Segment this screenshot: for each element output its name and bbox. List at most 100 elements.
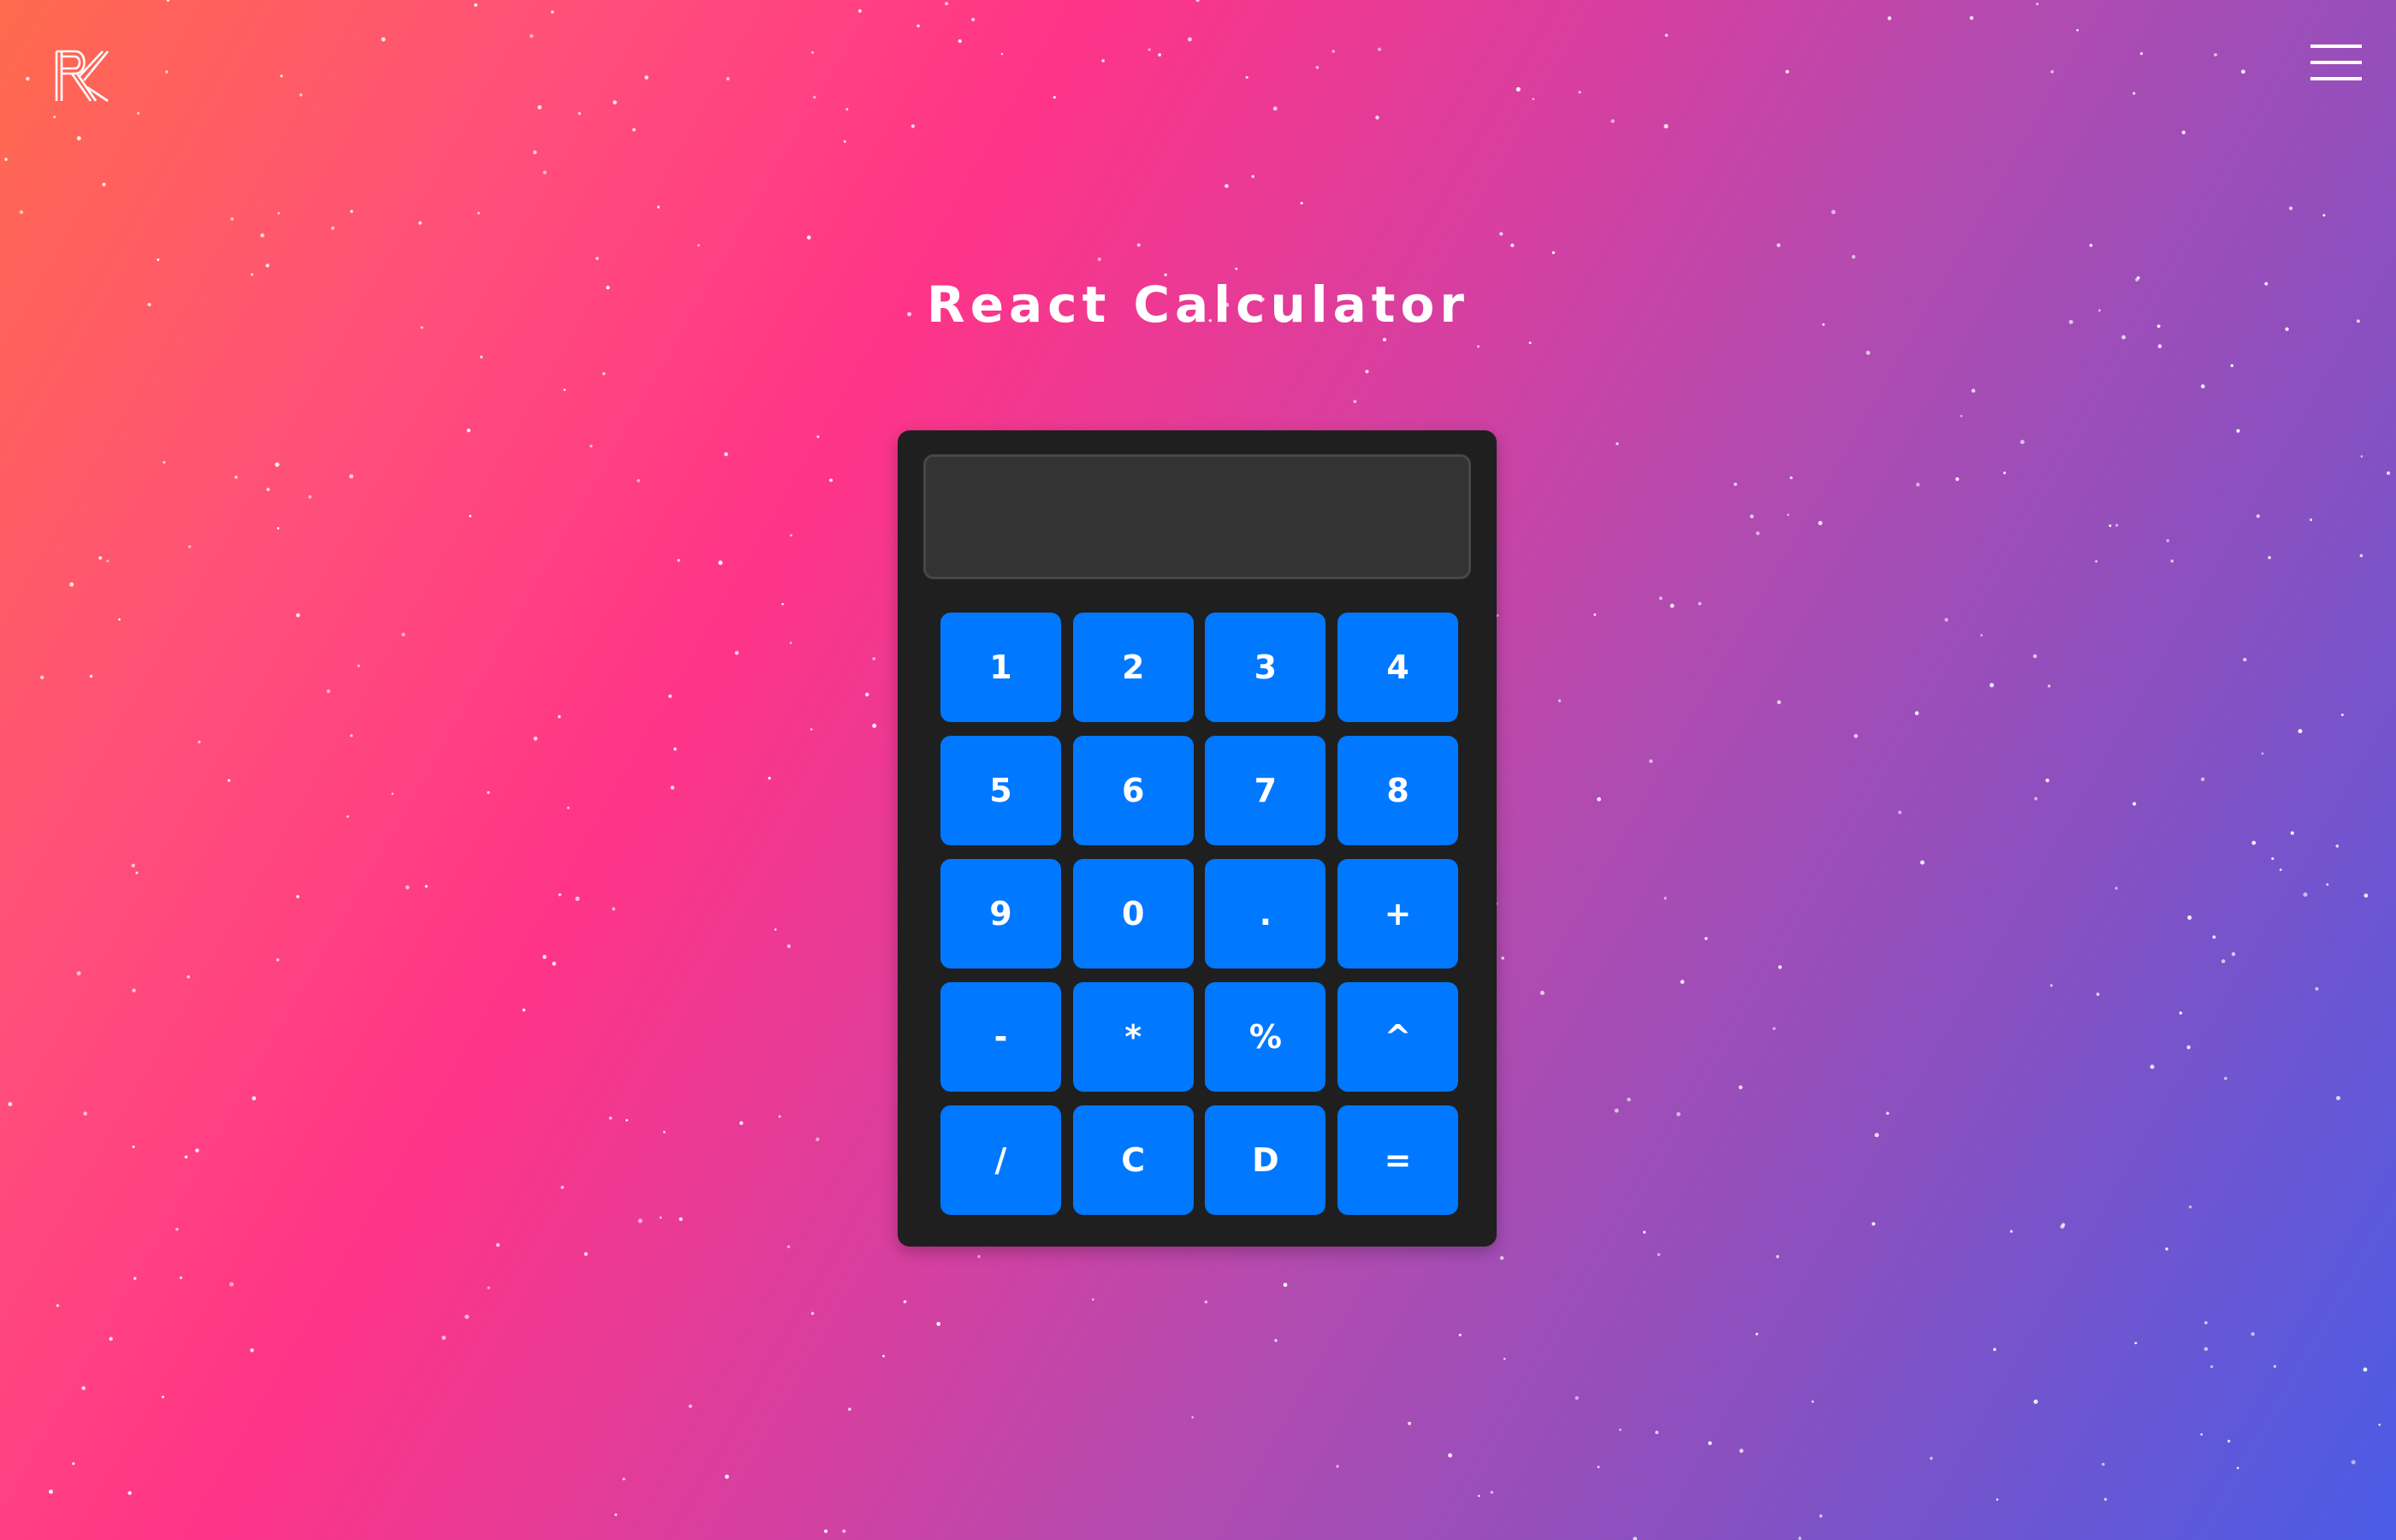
star-dot — [1734, 483, 1737, 486]
key-4[interactable]: 4 — [1337, 613, 1459, 722]
star-dot — [575, 896, 580, 902]
star-dot — [677, 559, 680, 562]
star-dot — [522, 1008, 525, 1012]
star-dot — [2200, 384, 2205, 388]
star-dot — [558, 893, 561, 897]
star-dot — [2061, 1223, 2066, 1227]
star-dot — [2108, 524, 2112, 527]
star-dot — [131, 863, 135, 868]
star-dot — [1532, 98, 1535, 101]
star-dot — [161, 1395, 164, 1399]
star-dot — [1886, 1111, 1889, 1115]
star-dot — [2290, 831, 2294, 835]
star-dot — [673, 747, 677, 751]
star-dot — [903, 1300, 907, 1304]
star-dot — [1490, 1490, 1494, 1495]
key-decimal[interactable]: . — [1205, 859, 1326, 968]
key-percent[interactable]: % — [1205, 982, 1326, 1092]
star-dot — [330, 226, 335, 230]
star-dot — [2230, 364, 2234, 368]
star-dot — [1853, 733, 1859, 738]
key-5[interactable]: 5 — [940, 736, 1061, 845]
star-dot — [2139, 51, 2144, 56]
star-dot — [1865, 350, 1871, 355]
star-dot — [1274, 1339, 1278, 1342]
star-dot — [1971, 388, 1976, 393]
star-dot — [842, 1529, 846, 1533]
star-dot — [1148, 48, 1151, 51]
star-dot — [1251, 175, 1254, 179]
star-dot — [1408, 1421, 1412, 1425]
star-dot — [487, 1286, 490, 1289]
key-3[interactable]: 3 — [1205, 613, 1326, 722]
star-dot — [495, 1242, 501, 1247]
star-dot — [2047, 684, 2051, 688]
logo-icon[interactable] — [53, 48, 110, 104]
star-dot — [2204, 1321, 2208, 1324]
star-dot — [688, 1404, 692, 1408]
star-dot — [473, 3, 477, 7]
star-dot — [537, 104, 543, 110]
key-7[interactable]: 7 — [1205, 736, 1326, 845]
star-dot — [381, 37, 386, 42]
star-dot — [865, 692, 869, 697]
key-add[interactable]: + — [1337, 859, 1459, 968]
star-dot — [857, 9, 862, 13]
menu-button[interactable] — [2307, 41, 2365, 84]
calculator-display[interactable] — [923, 454, 1471, 579]
star-dot — [2243, 657, 2247, 662]
key-2[interactable]: 2 — [1072, 613, 1194, 722]
star-dot — [1272, 106, 1278, 111]
star-dot — [2363, 893, 2369, 898]
star-dot — [69, 582, 74, 587]
star-dot — [2121, 335, 2126, 340]
star-dot — [2289, 206, 2293, 210]
star-dot — [2363, 1367, 2368, 1372]
star-dot — [2212, 935, 2216, 939]
key-8[interactable]: 8 — [1337, 736, 1459, 845]
star-dot — [1382, 337, 1387, 342]
star-dot — [1811, 1400, 1814, 1403]
key-subtract[interactable]: - — [940, 982, 1061, 1092]
star-dot — [53, 116, 56, 119]
star-dot — [184, 1155, 188, 1159]
key-equals[interactable]: = — [1337, 1105, 1459, 1215]
star-dot — [815, 1137, 820, 1141]
star-dot — [1136, 243, 1141, 247]
star-dot — [662, 1130, 666, 1134]
star-dot — [1458, 1333, 1462, 1336]
star-dot — [40, 675, 44, 679]
star-dot — [1528, 341, 1532, 345]
key-delete[interactable]: D — [1205, 1105, 1326, 1215]
star-dot — [277, 211, 281, 215]
key-9[interactable]: 9 — [940, 859, 1061, 968]
star-dot — [2033, 1399, 2038, 1404]
star-dot — [128, 1490, 132, 1496]
key-0[interactable]: 0 — [1072, 859, 1194, 968]
star-dot — [2095, 560, 2098, 563]
star-dot — [1916, 483, 1920, 487]
star-dot — [1996, 1498, 1999, 1502]
star-dot — [529, 33, 534, 38]
star-dot — [813, 95, 816, 99]
key-6[interactable]: 6 — [1072, 736, 1194, 845]
star-dot — [2019, 440, 2025, 445]
star-dot — [667, 694, 673, 698]
star-dot — [2102, 1462, 2105, 1466]
star-dot — [1657, 1253, 1661, 1257]
star-dot — [1187, 37, 1192, 42]
star-dot — [1980, 634, 1983, 637]
star-dot — [1195, 0, 1200, 3]
star-dot — [781, 602, 785, 606]
star-dot — [230, 216, 234, 221]
star-dot — [1993, 1348, 1996, 1352]
star-dot — [308, 495, 312, 499]
key-multiply[interactable]: * — [1072, 982, 1194, 1092]
key-power[interactable]: ^ — [1337, 982, 1459, 1092]
star-dot — [348, 474, 354, 479]
star-dot — [2236, 429, 2240, 433]
key-clear[interactable]: C — [1072, 1105, 1194, 1215]
key-1[interactable]: 1 — [940, 613, 1061, 722]
star-dot — [1092, 1298, 1094, 1301]
key-divide[interactable]: / — [940, 1105, 1061, 1215]
